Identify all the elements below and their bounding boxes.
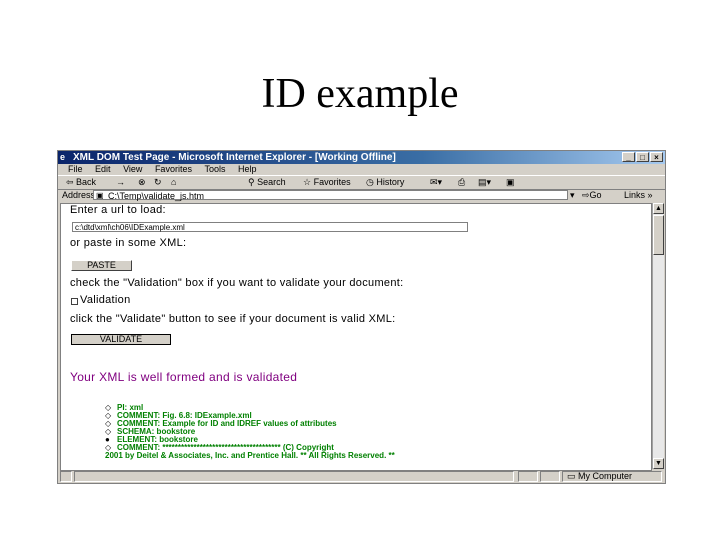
minimize-button[interactable]: _ — [622, 152, 635, 162]
home-icon: ⌂ — [171, 177, 177, 187]
slide-title: ID example — [261, 71, 459, 117]
vertical-scrollbar[interactable]: ▲ ▼ — [652, 203, 664, 469]
stop-button[interactable]: ⊗ — [138, 176, 146, 189]
mail-icon: ✉▾ — [430, 177, 443, 187]
validation-checkbox-label: Validation — [80, 294, 131, 306]
links-button[interactable]: Links » — [624, 189, 653, 202]
favorites-button[interactable]: ☆ Favorites — [303, 176, 351, 189]
home-button[interactable]: ⌂ — [171, 176, 176, 189]
status-zone: ▭ My Computer — [562, 471, 662, 482]
paste-label: or paste in some XML: — [70, 237, 187, 249]
back-button[interactable]: ⇦ Back — [66, 176, 96, 189]
page-icon: ▣ — [96, 191, 104, 200]
validate-button[interactable]: VALIDATE — [71, 334, 171, 345]
mail-button[interactable]: ✉▾ — [430, 176, 442, 189]
menu-view[interactable]: View — [123, 164, 142, 174]
enter-url-label: Enter a url to load: — [70, 204, 166, 216]
maximize-button[interactable]: □ — [636, 152, 649, 162]
history-button[interactable]: ◷ History — [366, 176, 404, 189]
back-arrow-icon: ⇦ — [66, 177, 77, 187]
result-message: Your XML is well formed and is validated — [70, 370, 298, 384]
address-bar: Address ▣ C:\Temp\validate_js.htm ▾ ⇨Go … — [58, 189, 665, 202]
window-controls: _ □ × — [622, 152, 663, 162]
window-title: XML DOM Test Page - Microsoft Internet E… — [73, 152, 396, 163]
window-titlebar: e XML DOM Test Page - Microsoft Internet … — [58, 151, 665, 164]
forward-arrow-icon: → — [116, 177, 125, 187]
computer-icon: ▭ — [567, 471, 579, 481]
print-icon: ⎙ — [458, 177, 466, 187]
stop-icon: ⊗ — [138, 177, 146, 187]
address-label: Address — [62, 190, 96, 200]
close-button[interactable]: × — [650, 152, 663, 162]
discuss-icon: ▣ — [506, 177, 515, 187]
discuss-button[interactable]: ▣ — [506, 176, 515, 189]
history-icon: ◷ — [366, 177, 377, 187]
scroll-thumb[interactable] — [653, 215, 664, 255]
scroll-up-icon[interactable]: ▲ — [653, 203, 664, 214]
menu-favorites[interactable]: Favorites — [155, 164, 192, 174]
go-button[interactable]: ⇨Go — [582, 189, 602, 202]
standard-toolbar: ⇦ Back → ⊗ ↻ ⌂ ⚲ Search ☆ Favorites ◷ Hi… — [58, 175, 665, 190]
validation-checkbox[interactable] — [71, 298, 78, 305]
go-arrow-icon: ⇨ — [582, 190, 590, 200]
menu-edit[interactable]: Edit — [95, 164, 111, 174]
refresh-button[interactable]: ↻ — [154, 176, 162, 189]
scroll-down-icon[interactable]: ▼ — [653, 458, 664, 469]
refresh-icon: ↻ — [154, 177, 162, 187]
menu-help[interactable]: Help — [238, 164, 257, 174]
search-button[interactable]: ⚲ Search — [248, 176, 286, 189]
status-bar: ▭ My Computer — [58, 470, 665, 483]
status-message — [74, 471, 514, 482]
edit-button[interactable]: ▤▾ — [478, 176, 491, 189]
paste-button[interactable]: PASTE — [71, 260, 132, 271]
ie-icon: e — [60, 151, 66, 162]
check-instruction: check the "Validation" box if you want t… — [70, 277, 404, 289]
status-page-icon — [60, 471, 72, 482]
click-instruction: click the "Validate" button to see if yo… — [70, 313, 396, 325]
browser-screenshot: e XML DOM Test Page - Microsoft Internet … — [57, 150, 666, 484]
menu-tools[interactable]: Tools — [204, 164, 225, 174]
url-input[interactable]: c:\dtd\xml\ch06\IDExample.xml — [72, 222, 468, 232]
forward-button[interactable]: → — [116, 176, 125, 189]
search-icon: ⚲ — [248, 177, 258, 187]
address-input[interactable]: ▣ C:\Temp\validate_js.htm — [93, 190, 568, 201]
status-cell — [518, 471, 538, 482]
print-button[interactable]: ⎙ — [458, 176, 465, 189]
favorites-icon: ☆ — [303, 177, 314, 187]
page-content: Enter a url to load: c:\dtd\xml\ch06\IDE… — [60, 203, 652, 471]
menu-file[interactable]: File — [68, 164, 83, 174]
edit-icon: ▤▾ — [478, 177, 492, 187]
menu-bar: File Edit View Favorites Tools Help — [58, 164, 665, 175]
address-dropdown-icon[interactable]: ▾ — [570, 189, 575, 202]
status-cell — [540, 471, 560, 482]
